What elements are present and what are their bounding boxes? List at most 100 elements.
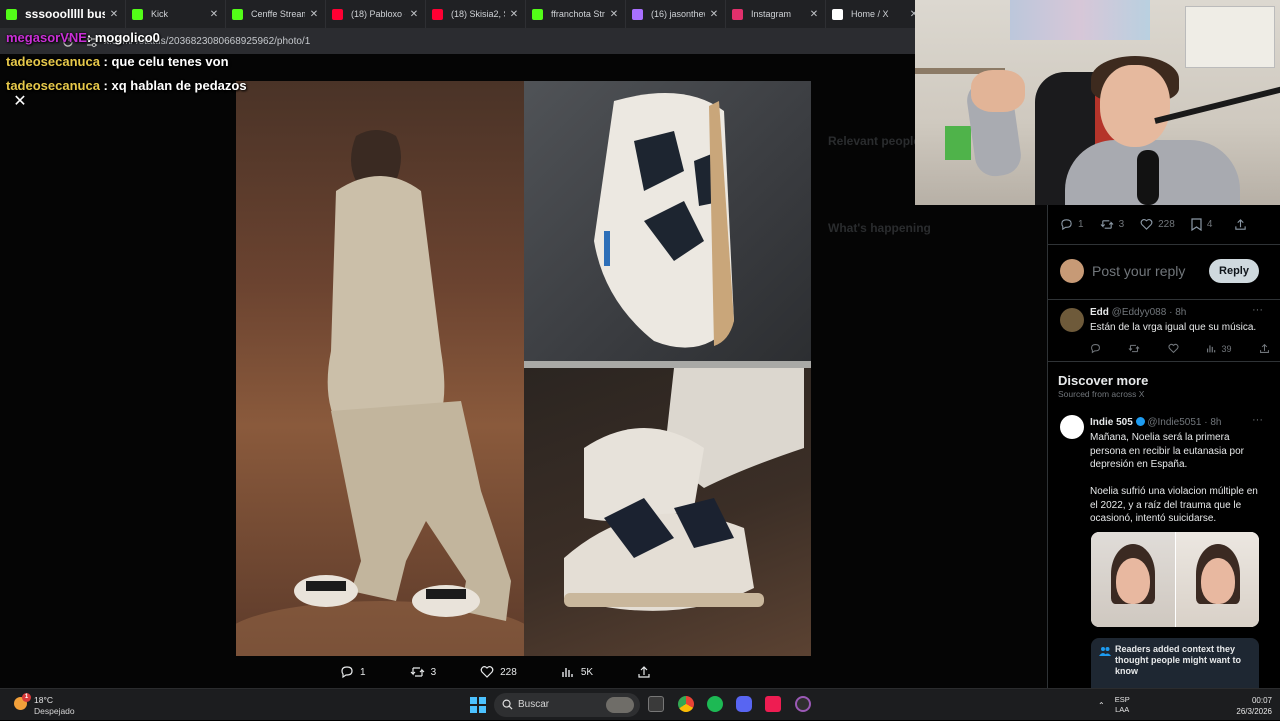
photo-repost-button[interactable]: 3 (410, 665, 436, 679)
system-tray: ⌃ ESP LAA (1098, 689, 1138, 721)
tweet-author: Indie 505 @Indie5051 · 8h (1090, 417, 1221, 428)
webcam-figure (945, 126, 971, 160)
weather-widget[interactable]: 1 18°C Despejado (12, 693, 92, 717)
community-note[interactable]: Readers added context they thought peopl… (1091, 638, 1259, 688)
weather-temperature: 18°C (34, 695, 53, 705)
repost-stat-count: 3 (1118, 219, 1125, 230)
chat-username: tadeosecanuca (6, 54, 100, 69)
photo-viewer: ✕ Relevant people What's happening (0, 54, 1047, 688)
more-options-icon[interactable]: ··· (1252, 304, 1263, 316)
tweet-photo[interactable] (236, 81, 811, 656)
discover-more-heading: Discover more (1058, 373, 1149, 388)
windows-start-icon[interactable] (470, 697, 486, 713)
photo-share-button[interactable] (637, 665, 657, 679)
search-label: Buscar (518, 699, 550, 710)
browser-tab[interactable]: (18) Skisia2, Se ✕ (426, 0, 526, 28)
reply-icon[interactable] (1090, 343, 1101, 354)
close-tab-icon[interactable]: ✕ (209, 9, 219, 20)
chat-message: tadeosecanuca : que celu tenes von (6, 54, 229, 69)
repost-icon (1100, 220, 1113, 229)
bookmark-stat-button[interactable]: 4 (1191, 218, 1212, 231)
repost-icon (410, 667, 424, 677)
chat-message: tadeosecanuca : xq hablan de pedazos (6, 78, 247, 93)
tab-title: Cenffe Stream (251, 9, 305, 19)
people-icon (1099, 647, 1111, 656)
photo-sneaker-top-panel (524, 81, 811, 361)
tiktok-icon[interactable] (765, 696, 781, 712)
system-clock[interactable]: 00:07 26/3/2026 (1212, 695, 1272, 717)
chat-text: : mogolico0 (86, 30, 160, 45)
photo-views-count: 5K (580, 666, 594, 678)
twitch-icon (632, 8, 643, 20)
task-view-icon[interactable] (648, 696, 664, 712)
tweet-media[interactable] (1091, 532, 1259, 627)
tweet-side-panel: 1 3 228 4 Post your reply Reply Edd @Edd… (1047, 205, 1280, 688)
views-stat[interactable]: 39 (1206, 343, 1231, 354)
obs-icon[interactable] (795, 696, 811, 712)
browser-tab[interactable]: Cenffe Stream ✕ (226, 0, 326, 28)
keyboard-layout: LAA (1115, 705, 1130, 714)
chat-message: megasorVNE: mogolico0 (6, 30, 160, 45)
tab-title: Instagram (751, 9, 792, 19)
share-icon (1235, 219, 1247, 230)
close-tab-icon[interactable]: ✕ (709, 9, 719, 20)
repost-stat-button[interactable]: 3 (1100, 218, 1125, 231)
ghost-whats-happening: What's happening (828, 221, 931, 235)
photo-divider (524, 361, 811, 368)
browser-tab[interactable]: Kick ✕ (126, 0, 226, 28)
close-tab-icon[interactable]: ✕ (309, 9, 319, 20)
tab-title: (18) Skisia2, Se (451, 9, 505, 19)
browser-tab[interactable]: sssooolllll busca ✕ (0, 0, 126, 28)
close-tab-icon[interactable]: ✕ (609, 9, 619, 20)
browser-tab[interactable]: ffranchota Stre ✕ (526, 0, 626, 28)
tweet-text: Noelia sufrió una violacion múltiple en … (1090, 486, 1258, 524)
photo-like-count: 228 (500, 666, 517, 678)
taskbar-search[interactable]: Buscar (494, 693, 640, 717)
webcam-overlay (915, 0, 1280, 205)
repost-icon[interactable] (1128, 343, 1140, 354)
photo-reply-count: 1 (360, 666, 366, 678)
reply-tweet[interactable]: Edd @Eddyy088 · 8h ··· Están de la vrga … (1048, 300, 1280, 362)
tab-title: Home / X (851, 9, 889, 19)
close-tab-icon[interactable]: ✕ (109, 9, 119, 20)
heart-icon[interactable] (1168, 343, 1179, 354)
reply-stat-button[interactable]: 1 (1060, 218, 1084, 231)
browser-tab[interactable]: Home / X ✕ (826, 0, 926, 28)
tray-chevron-up-icon[interactable]: ⌃ (1098, 701, 1105, 710)
reply-input[interactable]: Post your reply (1092, 263, 1185, 279)
chat-username: megasorVNE (6, 30, 87, 45)
discover-more-subtitle: Sourced from across X (1058, 389, 1145, 399)
tab-title: (18) Pabloxo - (351, 9, 405, 19)
close-tab-icon[interactable]: ✕ (509, 9, 519, 20)
language-indicator[interactable]: ESP LAA (1115, 695, 1130, 715)
browser-tab[interactable]: Instagram ✕ (726, 0, 826, 28)
tweet-author: Edd @Eddyy088 · 8h (1090, 307, 1186, 318)
notification-badge: 1 (22, 693, 31, 702)
media-face (1116, 558, 1150, 604)
share-stat-button[interactable] (1234, 218, 1252, 231)
close-tab-icon[interactable]: ✕ (809, 9, 819, 20)
photo-reply-button[interactable]: 1 (340, 665, 366, 679)
views-icon (562, 668, 573, 677)
tweet-text: Están de la vrga igual que su música. (1090, 322, 1257, 333)
chrome-icon[interactable] (678, 696, 694, 712)
windows-taskbar: 1 18°C Despejado Buscar ⌃ ESP LAA 00:07 26… (0, 688, 1280, 720)
discord-icon[interactable] (736, 696, 752, 712)
tab-title: ffranchota Stre (551, 9, 605, 19)
close-tab-icon[interactable]: ✕ (409, 9, 419, 20)
close-icon[interactable]: ✕ (10, 92, 30, 112)
reply-button[interactable]: Reply (1209, 259, 1259, 283)
like-stat-button[interactable]: 228 (1140, 218, 1175, 231)
more-options-icon[interactable]: ··· (1252, 414, 1263, 426)
browser-tab[interactable]: (18) Pabloxo - ✕ (326, 0, 426, 28)
author-handle: @Indie5051 · 8h (1147, 417, 1222, 428)
kick-icon (6, 8, 17, 20)
tweet-text: Mañana, Noelia será la primera persona e… (1090, 432, 1244, 470)
reply-stat-count: 1 (1078, 219, 1084, 230)
photo-views-button[interactable]: 5K (561, 665, 593, 679)
tweet-actions: 39 (1090, 343, 1270, 354)
spotify-icon[interactable] (707, 696, 723, 712)
photo-like-button[interactable]: 228 (480, 665, 517, 679)
share-icon[interactable] (1259, 343, 1270, 354)
browser-tab[interactable]: (16) jasonthew ✕ (626, 0, 726, 28)
